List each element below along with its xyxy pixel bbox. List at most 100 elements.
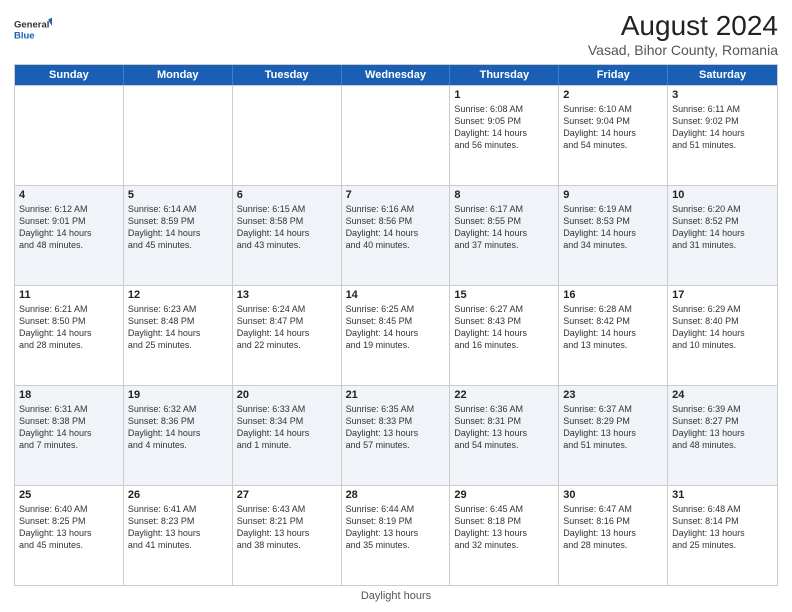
day-number: 12 [128, 289, 228, 301]
cal-cell: 5Sunrise: 6:14 AM Sunset: 8:59 PM Daylig… [124, 186, 233, 285]
day-number: 3 [672, 89, 773, 101]
cal-header-tuesday: Tuesday [233, 65, 342, 85]
cell-content: Sunrise: 6:24 AM Sunset: 8:47 PM Dayligh… [237, 303, 337, 352]
footer: Daylight hours [14, 590, 778, 602]
title-block: August 2024 Vasad, Bihor County, Romania [588, 10, 778, 58]
cell-content: Sunrise: 6:31 AM Sunset: 8:38 PM Dayligh… [19, 403, 119, 452]
cell-content: Sunrise: 6:44 AM Sunset: 8:19 PM Dayligh… [346, 503, 446, 552]
cal-cell: 26 Sunrise: 6:41 AM Sunset: 8:23 PM Dayli… [124, 486, 233, 585]
cell-content: Sunrise: 6:17 AM Sunset: 8:55 PM Dayligh… [454, 203, 554, 252]
calendar-header-row: SundayMondayTuesdayWednesdayThursdayFrid… [15, 65, 777, 85]
cal-cell: 28 Sunrise: 6:44 AM Sunset: 8:19 PM Dayli… [342, 486, 451, 585]
day-number: 11 [19, 289, 119, 301]
day-number: 17 [672, 289, 773, 301]
calendar: SundayMondayTuesdayWednesdayThursdayFrid… [14, 64, 778, 586]
cal-cell: 13 Sunrise: 6:24 AM Sunset: 8:47 PM Dayli… [233, 286, 342, 385]
cal-cell: 30 Sunrise: 6:47 AM Sunset: 8:16 PM Dayli… [559, 486, 668, 585]
cal-cell: 10 Sunrise: 6:20 AM Sunset: 8:52 PM Dayli… [668, 186, 777, 285]
day-number: 23 [563, 389, 663, 401]
cell-content: Sunrise: 6:35 AM Sunset: 8:33 PM Dayligh… [346, 403, 446, 452]
cell-content: Sunrise: 6:10 AM Sunset: 9:04 PM Dayligh… [563, 103, 663, 152]
day-number: 26 [128, 489, 228, 501]
cal-cell: 7 Sunrise: 6:16 AM Sunset: 8:56 PM Daylig… [342, 186, 451, 285]
cal-cell: 19Sunrise: 6:32 AM Sunset: 8:36 PM Dayli… [124, 386, 233, 485]
cal-cell: 4 Sunrise: 6:12 AM Sunset: 9:01 PM Daylig… [15, 186, 124, 285]
day-number: 19 [128, 389, 228, 401]
day-number: 4 [19, 189, 119, 201]
cell-content: Sunrise: 6:28 AM Sunset: 8:42 PM Dayligh… [563, 303, 663, 352]
cell-content: Sunrise: 6:16 AM Sunset: 8:56 PM Dayligh… [346, 203, 446, 252]
cal-cell: 24 Sunrise: 6:39 AM Sunset: 8:27 PM Dayli… [668, 386, 777, 485]
daylight-label: Daylight hours [361, 590, 431, 602]
day-number: 14 [346, 289, 446, 301]
cal-cell [233, 86, 342, 185]
cal-cell: 29 Sunrise: 6:45 AM Sunset: 8:18 PM Dayli… [450, 486, 559, 585]
cal-cell: 21 Sunrise: 6:35 AM Sunset: 8:33 PM Dayli… [342, 386, 451, 485]
cal-header-wednesday: Wednesday [342, 65, 451, 85]
day-number: 30 [563, 489, 663, 501]
cal-cell: 3 Sunrise: 6:11 AM Sunset: 9:02 PM Daylig… [668, 86, 777, 185]
cal-cell: 17 Sunrise: 6:29 AM Sunset: 8:40 PM Dayli… [668, 286, 777, 385]
main-title: August 2024 [588, 10, 778, 42]
cal-header-monday: Monday [124, 65, 233, 85]
day-number: 16 [563, 289, 663, 301]
cal-cell: 8Sunrise: 6:17 AM Sunset: 8:55 PM Daylig… [450, 186, 559, 285]
day-number: 18 [19, 389, 119, 401]
cal-cell: 11Sunrise: 6:21 AM Sunset: 8:50 PM Dayli… [15, 286, 124, 385]
day-number: 1 [454, 89, 554, 101]
cell-content: Sunrise: 6:27 AM Sunset: 8:43 PM Dayligh… [454, 303, 554, 352]
cell-content: Sunrise: 6:43 AM Sunset: 8:21 PM Dayligh… [237, 503, 337, 552]
cal-cell: 9Sunrise: 6:19 AM Sunset: 8:53 PM Daylig… [559, 186, 668, 285]
day-number: 29 [454, 489, 554, 501]
cal-row-4: 25Sunrise: 6:40 AM Sunset: 8:25 PM Dayli… [15, 485, 777, 585]
cell-content: Sunrise: 6:33 AM Sunset: 8:34 PM Dayligh… [237, 403, 337, 452]
cell-content: Sunrise: 6:47 AM Sunset: 8:16 PM Dayligh… [563, 503, 663, 552]
day-number: 20 [237, 389, 337, 401]
cell-content: Sunrise: 6:36 AM Sunset: 8:31 PM Dayligh… [454, 403, 554, 452]
cell-content: Sunrise: 6:08 AM Sunset: 9:05 PM Dayligh… [454, 103, 554, 152]
cal-cell: 18 Sunrise: 6:31 AM Sunset: 8:38 PM Dayli… [15, 386, 124, 485]
page: General Blue August 2024 Vasad, Bihor Co… [0, 0, 792, 612]
day-number: 31 [672, 489, 773, 501]
svg-text:General: General [14, 20, 49, 31]
cell-content: Sunrise: 6:20 AM Sunset: 8:52 PM Dayligh… [672, 203, 773, 252]
cal-cell: 14 Sunrise: 6:25 AM Sunset: 8:45 PM Dayli… [342, 286, 451, 385]
cal-cell: 15 Sunrise: 6:27 AM Sunset: 8:43 PM Dayli… [450, 286, 559, 385]
day-number: 5 [128, 189, 228, 201]
day-number: 21 [346, 389, 446, 401]
cell-content: Sunrise: 6:15 AM Sunset: 8:58 PM Dayligh… [237, 203, 337, 252]
logo: General Blue [14, 10, 52, 48]
day-number: 24 [672, 389, 773, 401]
cell-content: Sunrise: 6:41 AM Sunset: 8:23 PM Dayligh… [128, 503, 228, 552]
cal-cell [124, 86, 233, 185]
cal-header-saturday: Saturday [668, 65, 777, 85]
cell-content: Sunrise: 6:25 AM Sunset: 8:45 PM Dayligh… [346, 303, 446, 352]
day-number: 27 [237, 489, 337, 501]
day-number: 7 [346, 189, 446, 201]
cal-row-3: 18 Sunrise: 6:31 AM Sunset: 8:38 PM Dayli… [15, 385, 777, 485]
day-number: 13 [237, 289, 337, 301]
cell-content: Sunrise: 6:12 AM Sunset: 9:01 PM Dayligh… [19, 203, 119, 252]
subtitle: Vasad, Bihor County, Romania [588, 42, 778, 58]
day-number: 10 [672, 189, 773, 201]
cal-cell: 6Sunrise: 6:15 AM Sunset: 8:58 PM Daylig… [233, 186, 342, 285]
cal-header-sunday: Sunday [15, 65, 124, 85]
cell-content: Sunrise: 6:45 AM Sunset: 8:18 PM Dayligh… [454, 503, 554, 552]
calendar-body: 1 Sunrise: 6:08 AM Sunset: 9:05 PM Daylig… [15, 85, 777, 585]
cal-cell [15, 86, 124, 185]
cell-content: Sunrise: 6:11 AM Sunset: 9:02 PM Dayligh… [672, 103, 773, 152]
cell-content: Sunrise: 6:39 AM Sunset: 8:27 PM Dayligh… [672, 403, 773, 452]
cal-row-1: 4 Sunrise: 6:12 AM Sunset: 9:01 PM Daylig… [15, 185, 777, 285]
cal-cell: 23Sunrise: 6:37 AM Sunset: 8:29 PM Dayli… [559, 386, 668, 485]
cal-cell: 12Sunrise: 6:23 AM Sunset: 8:48 PM Dayli… [124, 286, 233, 385]
logo-svg: General Blue [14, 10, 52, 48]
cal-cell: 27 Sunrise: 6:43 AM Sunset: 8:21 PM Dayli… [233, 486, 342, 585]
cell-content: Sunrise: 6:48 AM Sunset: 8:14 PM Dayligh… [672, 503, 773, 552]
day-number: 15 [454, 289, 554, 301]
cal-cell: 25Sunrise: 6:40 AM Sunset: 8:25 PM Dayli… [15, 486, 124, 585]
cal-cell: 1 Sunrise: 6:08 AM Sunset: 9:05 PM Daylig… [450, 86, 559, 185]
day-number: 28 [346, 489, 446, 501]
cal-cell: 22Sunrise: 6:36 AM Sunset: 8:31 PM Dayli… [450, 386, 559, 485]
cal-row-2: 11Sunrise: 6:21 AM Sunset: 8:50 PM Dayli… [15, 285, 777, 385]
cell-content: Sunrise: 6:29 AM Sunset: 8:40 PM Dayligh… [672, 303, 773, 352]
